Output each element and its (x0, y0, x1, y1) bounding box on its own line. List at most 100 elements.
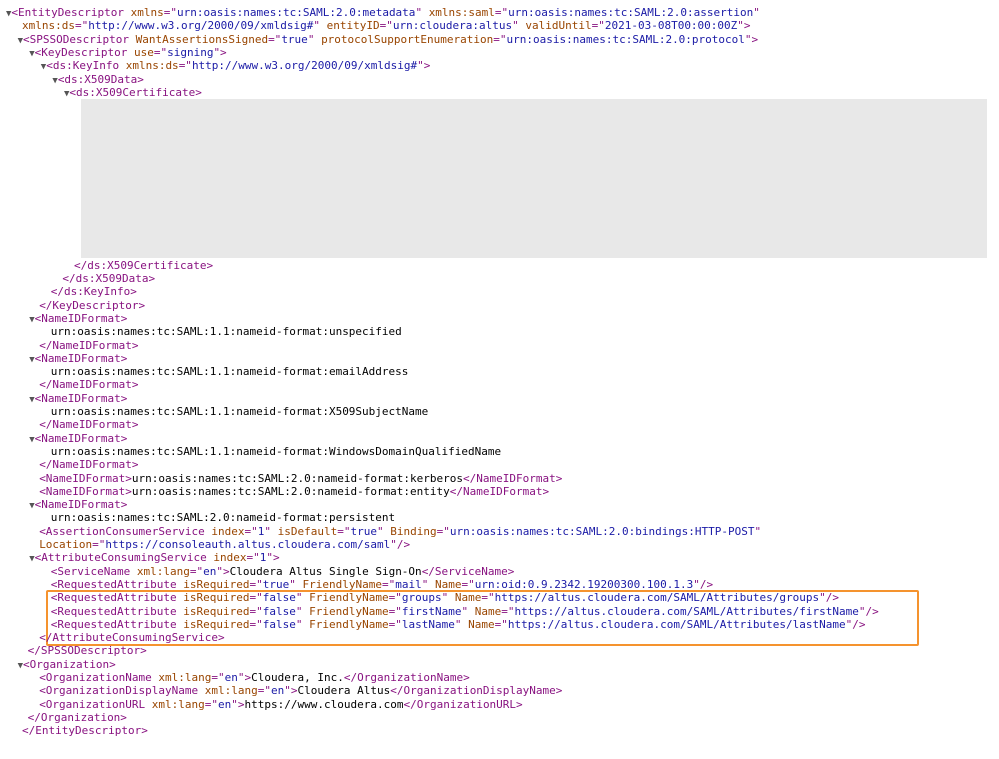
xml-token-tag: <OrganizationDisplayName (39, 684, 205, 698)
xml-line: ▼<SPSSODescriptor WantAssertionsSigned="… (18, 33, 759, 46)
xml-token-tag: " (313, 19, 327, 33)
xml-line: Location="https://consoleauth.altus.clou… (39, 538, 410, 551)
xml-token-tag: " (295, 591, 310, 605)
xml-token-tag: =" (244, 524, 258, 538)
xml-token-tag: </KeyDescriptor> (39, 298, 146, 312)
xml-line: ▼<KeyDescriptor use="signing"> (29, 46, 227, 59)
xml-line: </Organization> (28, 711, 127, 724)
xml-token-val: mail (395, 577, 422, 591)
xml-line: </EntityDescriptor> (22, 724, 148, 737)
xml-token-tag: "> (284, 684, 298, 698)
xml-line: <AssertionConsumerService index="1" isDe… (39, 525, 761, 538)
xml-token-tag: " (454, 617, 469, 631)
xml-token-tag: =" (268, 32, 282, 46)
xml-token-attr: validUntil (525, 19, 592, 33)
xml-tree-viewer: ▼<EntityDescriptor xmlns="urn:oasis:name… (0, 0, 999, 759)
xml-token-tag: "/> (819, 591, 839, 605)
xml-token-tag: <AttributeConsumingService (34, 551, 214, 565)
xml-token-tag: =" (249, 604, 263, 618)
xml-line: <RequestedAttribute isRequired="true" Fr… (51, 578, 713, 591)
xml-token-tag: "> (231, 697, 245, 711)
xml-token-val: en (218, 697, 232, 711)
xml-line: </NameIDFormat> (39, 378, 138, 391)
xml-token-txt: urn:oasis:names:tc:SAML:2.0:nameid-forma… (131, 484, 450, 498)
xml-line: <NameIDFormat>urn:oasis:names:tc:SAML:2.… (39, 485, 549, 498)
xml-token-tag: <EntityDescriptor (11, 6, 131, 19)
xml-token-tag: <SPSSODescriptor (23, 32, 136, 46)
xml-token-val: false (262, 591, 296, 605)
xml-token-tag: =" (388, 591, 402, 605)
xml-token-attr: Name (454, 591, 482, 605)
xml-token-txt: urn:oasis:names:tc:SAML:1.1:nameid-forma… (50, 444, 502, 458)
xml-token-tag: <NameIDFormat> (39, 484, 132, 498)
xml-token-tag: <OrganizationURL (39, 697, 152, 711)
xml-token-tag: "> (213, 45, 227, 59)
xml-token-tag: </EntityDescriptor> (22, 724, 148, 738)
xml-token-tag: " (295, 617, 310, 631)
xml-line: ▼<ds:X509Data> (52, 73, 144, 86)
xml-token-val: true (350, 524, 377, 538)
xml-token-attr: xml:lang (204, 684, 258, 698)
xml-token-tag: <RequestedAttribute (50, 617, 184, 631)
xml-line: ▼<NameIDFormat> (29, 392, 127, 405)
xml-token-attr: Binding (390, 524, 437, 538)
xml-token-tag: "/> (845, 617, 866, 631)
xml-token-attr: index (211, 524, 245, 538)
xml-token-txt: Cloudera Altus (297, 684, 391, 698)
xml-token-tag: =" (379, 19, 393, 33)
xml-line: </NameIDFormat> (39, 458, 138, 471)
xml-token-tag: "> (237, 671, 252, 684)
xml-token-tag: <OrganizationName (39, 671, 159, 684)
xml-line: </ds:X509Data> (62, 272, 155, 285)
xml-line: <RequestedAttribute isRequired="false" F… (51, 618, 866, 631)
xml-token-val: true (281, 32, 308, 46)
xml-line: </NameIDFormat> (39, 418, 138, 431)
xml-token-tag: <ServiceName (50, 564, 137, 578)
xml-token-tag: <NameIDFormat> (39, 471, 132, 485)
xml-token-tag: " (441, 591, 455, 605)
xml-token-val: en (271, 684, 285, 698)
xml-token-txt: Cloudera Altus Single Sign-On (229, 564, 422, 578)
xml-token-tag: </ds:KeyInfo> (50, 285, 137, 299)
xml-token-tag: <NameIDFormat> (34, 431, 128, 445)
xml-token-attr: protocolSupportEnumeration (321, 32, 494, 46)
xml-token-val: http://www.w3.org/2000/09/xmldsig# (88, 19, 314, 33)
xml-token-tag: =" (204, 697, 219, 711)
xml-token-tag: </ds:X509Certificate> (74, 258, 214, 272)
xml-token-tag: </OrganizationName> (343, 671, 470, 684)
xml-token-tag: " (264, 524, 278, 538)
xml-token-tag: </Organization> (27, 710, 127, 724)
xml-token-tag: "/> (858, 604, 879, 618)
xml-token-tag: =" (461, 577, 475, 591)
xml-line: <OrganizationDisplayName xml:lang="en">C… (39, 684, 562, 697)
xml-token-tag: </ServiceName> (421, 564, 515, 578)
xml-token-attr: xmlns:ds (22, 19, 75, 33)
xml-token-txt: urn:oasis:names:tc:SAML:2.0:nameid-forma… (131, 471, 464, 485)
xml-line: ▼<NameIDFormat> (29, 432, 127, 445)
xml-line: ▼<ds:X509Certificate> (64, 86, 202, 99)
xml-token-attr: xmlns:ds (125, 59, 179, 73)
xml-token-tag: " (415, 6, 429, 19)
xml-token-val: https://altus.cloudera.com/SAML/Attribut… (494, 591, 820, 605)
xml-line: urn:oasis:names:tc:SAML:2.0:nameid-forma… (51, 511, 395, 524)
xml-token-attr: Name (434, 577, 462, 591)
xml-token-tag: <NameIDFormat> (34, 391, 128, 405)
xml-token-tag: </NameIDFormat> (39, 378, 139, 392)
xml-token-tag: =" (494, 617, 508, 631)
xml-line: <ServiceName xml:lang="en">Cloudera Altu… (51, 565, 515, 578)
xml-token-tag: </NameIDFormat> (39, 338, 139, 352)
xml-token-val: urn:oid:0.9.2342.19200300.100.1.3 (474, 577, 694, 591)
xml-token-attr: xml:lang (136, 564, 190, 578)
xml-token-attr: xmlns:saml (428, 6, 495, 19)
xml-token-tag: " (289, 577, 303, 591)
xml-token-tag: " (754, 524, 762, 538)
xml-token-txt: urn:oasis:names:tc:SAML:1.1:nameid-forma… (50, 325, 402, 339)
xml-line: <OrganizationName xml:lang="en">Cloudera… (39, 671, 470, 684)
xml-token-tag: =" (153, 45, 168, 59)
xml-token-attr: FriendlyName (302, 577, 382, 591)
xml-token-val: urn:oasis:names:tc:SAML:2.0:bindings:HTT… (449, 524, 755, 538)
xml-line: urn:oasis:names:tc:SAML:1.1:nameid-forma… (51, 445, 501, 458)
xml-token-val: false (262, 604, 296, 618)
xml-token-attr: xmlns (130, 6, 164, 19)
xml-token-val: 2021-03-08T00:00:00Z (604, 19, 738, 33)
